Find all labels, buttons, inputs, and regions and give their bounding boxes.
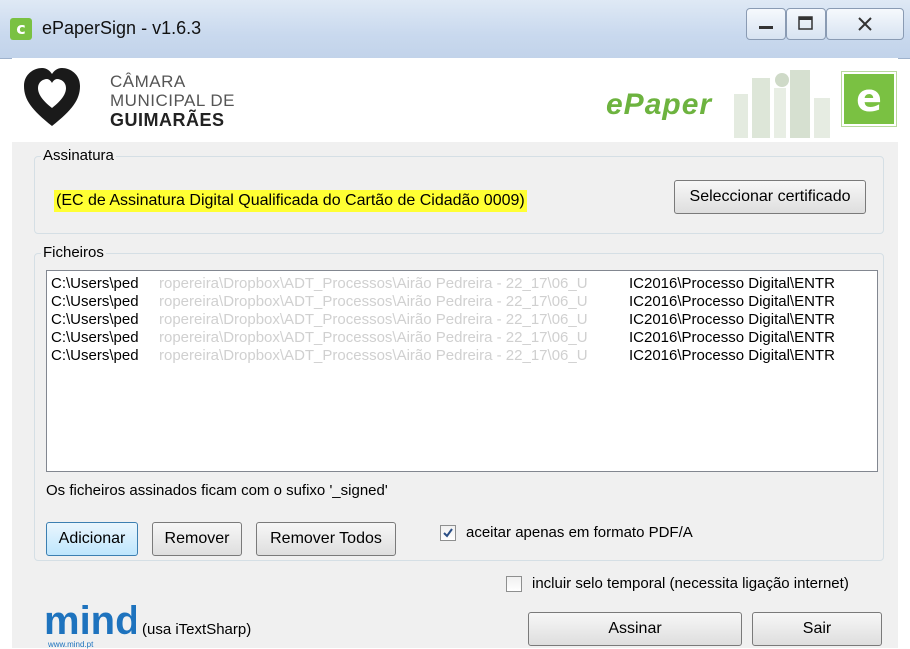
select-certificate-button[interactable]: Seleccionar certificado xyxy=(674,180,866,214)
org-name-line2: MUNICIPAL DE xyxy=(110,91,236,110)
remove-all-files-button[interactable]: Remover Todos xyxy=(256,522,396,556)
ficheiros-group-label: Ficheiros xyxy=(41,244,106,261)
app-icon: c xyxy=(10,18,32,40)
timestamp-checkbox[interactable] xyxy=(506,576,522,592)
sign-button[interactable]: Assinar xyxy=(528,612,742,646)
list-item[interactable]: C:\Users\ped ropereira\Dropbox\ADT_Proces… xyxy=(47,274,877,292)
title-bar[interactable]: c ePaperSign - v1.6.3 xyxy=(0,0,910,59)
guimaraes-heart-logo xyxy=(24,68,80,126)
list-item[interactable]: C:\Users\ped ropereira\Dropbox\ADT_Proces… xyxy=(47,292,877,310)
epaper-brand-text: ePaper xyxy=(606,88,713,121)
list-item[interactable]: C:\Users\ped ropereira\Dropbox\ADT_Proces… xyxy=(47,328,877,346)
signed-suffix-note: Os ficheiros assinados ficam com o sufix… xyxy=(46,482,388,499)
pdfa-only-checkbox[interactable] xyxy=(440,525,456,541)
pdfa-only-label[interactable]: aceitar apenas em formato PDF/A xyxy=(466,524,693,541)
selected-certificate-text: (EC de Assinatura Digital Qualificada do… xyxy=(54,190,527,212)
svg-text:mind: mind xyxy=(44,599,136,643)
remove-file-button[interactable]: Remover xyxy=(152,522,242,556)
itextsharp-note: (usa iTextSharp) xyxy=(142,621,252,638)
assinatura-group-label: Assinatura xyxy=(41,147,116,164)
minimize-icon xyxy=(759,26,773,29)
list-item[interactable]: C:\Users\ped ropereira\Dropbox\ADT_Proces… xyxy=(47,310,877,328)
maximize-button[interactable] xyxy=(786,8,826,40)
window-title: ePaperSign - v1.6.3 xyxy=(42,18,202,38)
city-skyline-graphic xyxy=(734,70,830,138)
close-icon xyxy=(858,17,872,31)
maximize-icon xyxy=(798,16,813,30)
org-name-line3: GUIMARÃES xyxy=(110,110,225,130)
list-item[interactable]: C:\Users\ped ropereira\Dropbox\ADT_Proces… xyxy=(47,346,877,364)
epaper-e-badge: e xyxy=(842,72,896,126)
exit-button[interactable]: Sair xyxy=(752,612,882,646)
close-button[interactable] xyxy=(826,8,904,40)
checkmark-icon xyxy=(443,528,453,538)
add-files-button[interactable]: Adicionar xyxy=(46,522,138,556)
timestamp-label[interactable]: incluir selo temporal (necessita ligação… xyxy=(532,575,849,592)
branding-header: CÂMARA MUNICIPAL DE GUIMARÃES ePaper e xyxy=(12,58,898,142)
minimize-button[interactable] xyxy=(746,8,786,40)
org-name-line1: CÂMARA xyxy=(110,72,186,91)
files-listbox[interactable]: C:\Users\ped ropereira\Dropbox\ADT_Proces… xyxy=(46,270,878,472)
